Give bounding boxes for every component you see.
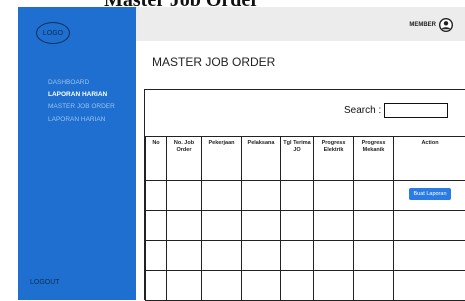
table-cell — [394, 241, 465, 271]
table-cell — [202, 211, 242, 241]
table-cell — [202, 241, 242, 271]
table-cell — [167, 271, 202, 301]
table-cell — [314, 211, 354, 241]
page-title: MASTER JOB ORDER — [152, 55, 275, 69]
search-label: Search : — [344, 105, 381, 116]
table-cell — [314, 181, 354, 211]
column-header-pelaksana: Pelaksana — [242, 137, 281, 181]
table-cell — [167, 211, 202, 241]
member-menu[interactable]: MEMBER — [409, 18, 453, 32]
table-cell — [146, 271, 167, 301]
sidebar-item-dashboard[interactable]: DASHBOARD — [48, 79, 89, 86]
table-cell — [202, 271, 242, 301]
logout-link[interactable]: LOGOUT — [30, 279, 60, 286]
job-order-table: No No. Job Order Pekerjaan Pelaksana Tgl… — [145, 136, 465, 301]
table-cell — [146, 211, 167, 241]
sidebar-item-laporan-harian[interactable]: LAPORAN HARIAN — [48, 91, 107, 98]
table-cell — [281, 271, 314, 301]
buat-laporan-button[interactable]: Buat Laporan — [409, 188, 450, 200]
search-bar: Search : — [344, 103, 448, 118]
job-order-panel: Search : No No. Job Order Pekerjaan Pela… — [144, 89, 465, 300]
column-header-tgl-terima: Tgl Terima JO — [281, 137, 314, 181]
table-cell — [242, 241, 281, 271]
table-cell — [167, 181, 202, 211]
table-cell — [202, 181, 242, 211]
column-header-pekerjaan: Pekerjaan — [202, 137, 242, 181]
table-cell — [242, 211, 281, 241]
top-bar: MEMBER — [136, 7, 465, 41]
table-cell — [146, 181, 167, 211]
search-input[interactable] — [384, 103, 448, 118]
table-cell — [314, 241, 354, 271]
table-cell — [354, 271, 394, 301]
table-cell — [354, 181, 394, 211]
table-cell — [167, 241, 202, 271]
column-header-no: No — [146, 137, 167, 181]
table-cell — [281, 181, 314, 211]
column-header-progress-elektrik: Progress Elektrik — [314, 137, 354, 181]
table-cell — [281, 211, 314, 241]
table-cell — [314, 271, 354, 301]
column-header-action: Action — [394, 137, 465, 181]
table-row — [146, 241, 465, 271]
table-header-row: No No. Job Order Pekerjaan Pelaksana Tgl… — [146, 137, 465, 181]
table-row — [146, 211, 465, 241]
column-header-job-order: No. Job Order — [167, 137, 202, 181]
table-cell — [394, 271, 465, 301]
sidebar: LOGO DASHBOARD LAPORAN HARIAN MASTER JOB… — [18, 7, 136, 300]
table-cell — [281, 241, 314, 271]
table-cell: Buat Laporan — [394, 181, 465, 211]
table-body: Buat Laporan — [146, 181, 465, 301]
sidebar-item-laporan-harian-2[interactable]: LAPORAN HARIAN — [48, 116, 105, 123]
table-cell — [394, 211, 465, 241]
table-cell — [146, 241, 167, 271]
logo[interactable]: LOGO — [36, 22, 70, 44]
table-row: Buat Laporan — [146, 181, 465, 211]
sidebar-item-master-job-order[interactable]: MASTER JOB ORDER — [48, 103, 115, 110]
table-cell — [354, 241, 394, 271]
table-cell — [242, 271, 281, 301]
table-cell — [242, 181, 281, 211]
table-cell — [354, 211, 394, 241]
user-avatar-icon — [439, 18, 453, 32]
column-header-progress-mekanik: Progress Mekanik — [354, 137, 394, 181]
table-row — [146, 271, 465, 301]
member-label: MEMBER — [409, 22, 436, 28]
